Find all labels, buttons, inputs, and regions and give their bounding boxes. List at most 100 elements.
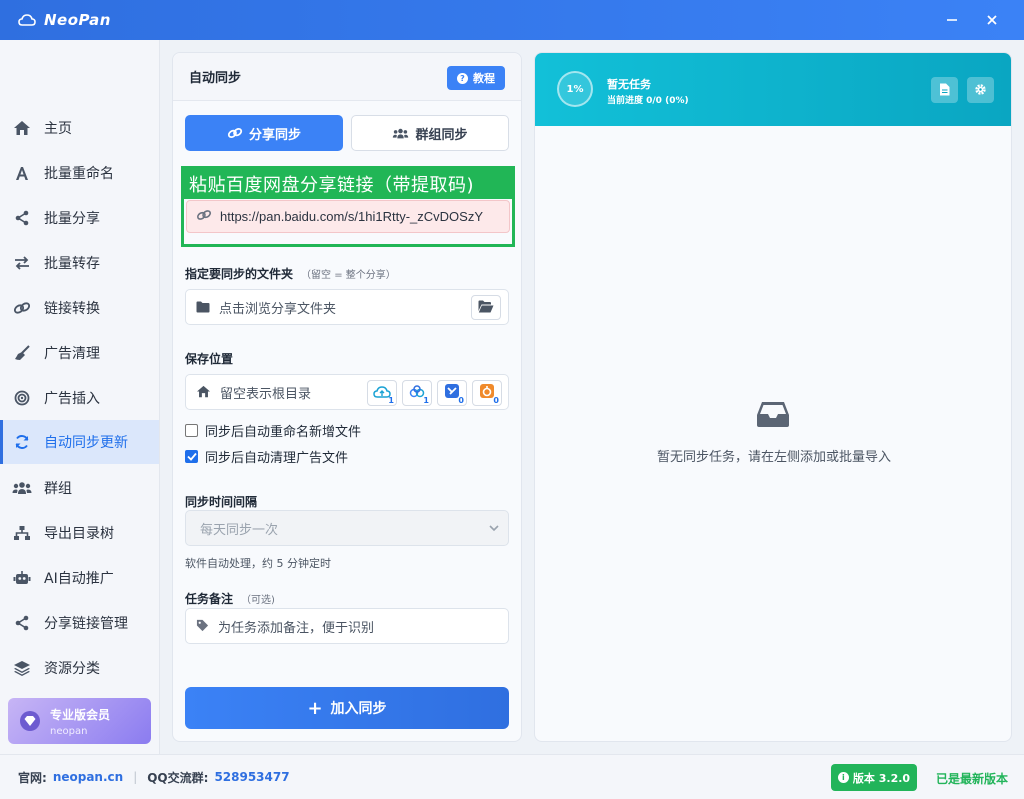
sidebar-item-label: 群组 [44, 481, 72, 497]
note-hint: （可选) [241, 595, 275, 606]
sync-form-panel: 自动同步 ? 教程 分享同步 群组同步 粘贴百度网盘分享链接（带提取码) htt… [172, 52, 522, 742]
sidebar-item-label: 批量分享 [44, 211, 100, 227]
sidebar-item-ad-insert[interactable]: 广告插入 [0, 376, 159, 420]
share-link-input[interactable]: https://pan.baidu.com/s/1hi1Rtty-_zCvDOS… [186, 200, 510, 233]
sidebar-item-categories[interactable]: 资源分类 [0, 646, 159, 690]
task-note-input[interactable]: 为任务添加备注，便于识别 [185, 608, 509, 644]
sidebar-item-link-convert[interactable]: 链接转换 [0, 286, 159, 330]
interval-helper-text: 软件自动处理，约 5 分钟定时 [185, 557, 331, 570]
add-sync-button[interactable]: + 加入同步 [185, 687, 509, 729]
cloud-badge: 1 [388, 396, 394, 405]
cloud-drive-button-4[interactable]: 0 [472, 380, 502, 406]
cloud-drive-button-2[interactable]: 1 [402, 380, 432, 406]
share-nodes-icon [12, 208, 32, 228]
home-icon [196, 383, 211, 402]
tab-group-sync[interactable]: 群组同步 [351, 115, 509, 151]
cloud-badge: 0 [458, 396, 464, 405]
tag-icon [196, 617, 209, 636]
sidebar-item-ai-promo[interactable]: AI自动推广 [0, 556, 159, 600]
sidebar-item-label: 主页 [44, 121, 72, 137]
sidebar-item-batch-rename[interactable]: 批量重命名 [0, 151, 159, 195]
site-link[interactable]: neopan.cn [53, 770, 123, 784]
task-header: 1% 暂无任务 当前进度 0/0 (0%) [535, 53, 1011, 126]
auto-clean-checkbox[interactable] [185, 450, 198, 463]
tab-label: 群组同步 [415, 127, 468, 143]
sidebar-item-label: 资源分类 [44, 661, 100, 677]
sidebar-item-share-links[interactable]: 分享链接管理 [0, 601, 159, 645]
inbox-icon [756, 400, 790, 432]
sidebar: 主页 批量重命名 批量分享 批量转存 链接转换 广告清理 广告插入 自动同步更新… [0, 40, 160, 754]
folder-hint: （留空 = 整个分享） [301, 270, 396, 281]
auto-rename-option[interactable]: 同步后自动重命名新增文件 [185, 421, 361, 440]
app-title: NeoPan [44, 11, 111, 29]
broom-icon [12, 343, 32, 363]
note-field-label: 任务备注 （可选) [185, 590, 275, 607]
qq-group-link[interactable]: 528953477 [214, 770, 289, 784]
share-link-group: 粘贴百度网盘分享链接（带提取码) https://pan.baidu.com/s… [181, 166, 515, 247]
cloud-badge: 1 [423, 396, 429, 405]
target-icon [12, 388, 32, 408]
cloud-drive-button-3[interactable]: 0 [437, 380, 467, 406]
gem-icon [20, 711, 40, 731]
cloud-logo-icon [18, 11, 36, 29]
sidebar-item-ad-clean[interactable]: 广告清理 [0, 331, 159, 375]
progress-percent-circle: 1% [557, 71, 593, 107]
sidebar-item-label: 自动同步更新 [44, 435, 128, 451]
sidebar-item-label: 批量重命名 [44, 166, 114, 182]
note-label-text: 任务备注 [185, 592, 234, 606]
panel-header: 自动同步 ? 教程 [173, 53, 521, 101]
add-sync-label: 加入同步 [330, 701, 387, 717]
cloud-badge: 0 [493, 396, 499, 405]
log-button[interactable] [931, 77, 958, 103]
robot-icon [12, 568, 32, 588]
chevron-down-icon [488, 522, 500, 538]
auto-rename-checkbox[interactable] [185, 424, 198, 437]
share-link-value: https://pan.baidu.com/s/1hi1Rtty-_zCvDOS… [220, 209, 484, 224]
tutorial-label: 教程 [473, 72, 495, 85]
update-status: 已是最新版本 [936, 772, 1009, 786]
task-status: 暂无任务 [607, 78, 651, 91]
folder-open-icon [478, 298, 494, 317]
sidebar-item-auto-sync[interactable]: 自动同步更新 [0, 420, 159, 464]
interval-select[interactable]: 每天同步一次 [185, 510, 509, 546]
close-button[interactable] [978, 8, 1006, 32]
version-label: 版本 3.2.0 [852, 771, 911, 785]
pro-member-card[interactable]: 专业版会员 neopan [8, 698, 151, 744]
sidebar-item-home[interactable]: 主页 [0, 106, 159, 150]
task-progress-text: 当前进度 0/0 (0%) [607, 96, 689, 106]
panel-title: 自动同步 [189, 71, 242, 86]
folder-label-text: 指定要同步的文件夹 [185, 267, 294, 281]
cloud-drive-button-1[interactable]: 1 [367, 380, 397, 406]
layers-icon [12, 658, 32, 678]
footer-divider: | [133, 770, 138, 784]
sidebar-item-label: 链接转换 [44, 301, 100, 317]
tab-share-sync[interactable]: 分享同步 [185, 115, 343, 151]
sidebar-item-label: 广告清理 [44, 346, 100, 362]
checkmark-icon [186, 452, 197, 461]
question-circle-icon: ? [457, 72, 468, 84]
minimize-button[interactable] [938, 8, 966, 32]
home-icon [12, 118, 32, 138]
qq-label: QQ交流群: [147, 770, 209, 785]
share-nodes-icon [12, 613, 32, 633]
auto-clean-option[interactable]: 同步后自动清理广告文件 [185, 447, 348, 466]
settings-button[interactable] [967, 77, 994, 103]
version-button[interactable]: i 版本 3.2.0 [831, 764, 917, 791]
sidebar-item-label: 广告插入 [44, 391, 100, 407]
info-circle-icon: i [837, 772, 849, 783]
font-a-icon [12, 163, 32, 183]
empty-task-message: 暂无同步任务，请在左侧添加或批量导入 [656, 450, 891, 465]
sidebar-item-label: 导出目录树 [44, 526, 114, 542]
interval-value: 每天同步一次 [200, 522, 279, 538]
browse-folder-button[interactable] [471, 295, 501, 320]
save-location-input[interactable]: 留空表示根目录 1 1 0 0 [185, 374, 509, 410]
sidebar-item-batch-transfer[interactable]: 批量转存 [0, 241, 159, 285]
plus-icon: + [307, 697, 323, 719]
sidebar-item-batch-share[interactable]: 批量分享 [0, 196, 159, 240]
sidebar-item-export-tree[interactable]: 导出目录树 [0, 511, 159, 555]
tutorial-button[interactable]: ? 教程 [447, 66, 505, 90]
link-icon [227, 126, 243, 140]
folder-icon [196, 298, 210, 317]
sidebar-item-groups[interactable]: 群组 [0, 466, 159, 510]
folder-browse-input[interactable]: 点击浏览分享文件夹 [185, 289, 509, 325]
